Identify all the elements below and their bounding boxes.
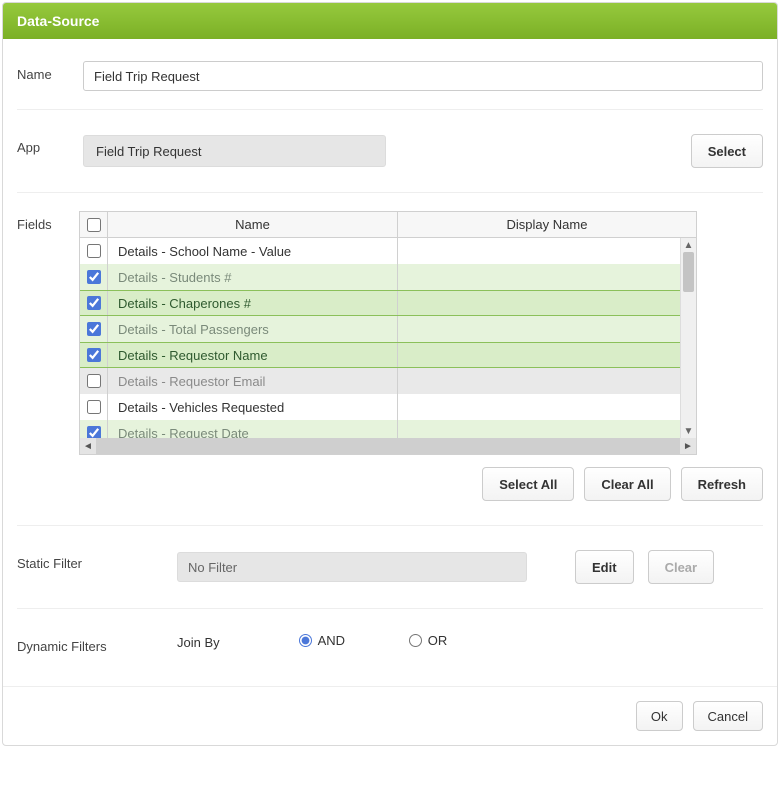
table-row[interactable]: Details - Requestor Email bbox=[80, 368, 680, 394]
app-label: App bbox=[17, 134, 83, 155]
fields-table: Name Display Name Details - School Name … bbox=[79, 211, 697, 455]
join-and-radio[interactable] bbox=[299, 634, 312, 647]
clear-filter-button[interactable]: Clear bbox=[648, 550, 715, 584]
clear-all-button[interactable]: Clear All bbox=[584, 467, 670, 501]
fields-body: Details - School Name - ValueDetails - S… bbox=[80, 238, 680, 438]
join-or-radio[interactable] bbox=[409, 634, 422, 647]
row-name: Details - Requestor Name bbox=[108, 343, 398, 367]
table-row[interactable]: Details - Total Passengers bbox=[80, 316, 680, 342]
row-display-name[interactable] bbox=[398, 291, 680, 315]
divider bbox=[17, 109, 763, 110]
row-checkbox[interactable] bbox=[87, 400, 101, 414]
edit-filter-button[interactable]: Edit bbox=[575, 550, 634, 584]
divider bbox=[17, 608, 763, 609]
row-name: Details - Chaperones # bbox=[108, 291, 398, 315]
static-filter-value: No Filter bbox=[177, 552, 527, 582]
table-row[interactable]: Details - Request Date bbox=[80, 420, 680, 438]
row-checkbox[interactable] bbox=[87, 426, 101, 438]
data-source-panel: Data-Source Name App Field Trip Request … bbox=[2, 2, 778, 746]
join-and-label: AND bbox=[318, 633, 345, 648]
select-all-checkbox[interactable] bbox=[87, 218, 101, 232]
row-display-name[interactable] bbox=[398, 316, 680, 342]
row-name: Details - Students # bbox=[108, 264, 398, 290]
row-display-name[interactable] bbox=[398, 343, 680, 367]
table-row[interactable]: Details - Vehicles Requested bbox=[80, 394, 680, 420]
row-display-name[interactable] bbox=[398, 238, 680, 264]
scroll-right-icon[interactable]: ► bbox=[680, 438, 696, 454]
name-row: Name bbox=[17, 53, 763, 99]
join-or-label: OR bbox=[428, 633, 448, 648]
divider bbox=[17, 192, 763, 193]
vertical-scrollbar[interactable]: ▲ ▼ bbox=[680, 238, 696, 438]
row-name: Details - School Name - Value bbox=[108, 238, 398, 264]
dialog-footer: Ok Cancel bbox=[3, 686, 777, 745]
app-value: Field Trip Request bbox=[83, 135, 386, 167]
row-name: Details - Total Passengers bbox=[108, 316, 398, 342]
refresh-button[interactable]: Refresh bbox=[681, 467, 763, 501]
table-row[interactable]: Details - Chaperones # bbox=[80, 290, 680, 316]
row-checkbox[interactable] bbox=[87, 244, 101, 258]
fields-header: Name Display Name bbox=[80, 212, 696, 238]
join-by-label: Join By bbox=[177, 635, 295, 650]
hscroll-track[interactable] bbox=[96, 438, 680, 454]
scroll-left-icon[interactable]: ◄ bbox=[80, 438, 96, 454]
scroll-thumb[interactable] bbox=[683, 252, 694, 292]
cancel-button[interactable]: Cancel bbox=[693, 701, 763, 731]
row-name: Details - Requestor Email bbox=[108, 368, 398, 394]
dynamic-filters-label: Dynamic Filters bbox=[17, 633, 177, 654]
name-label: Name bbox=[17, 61, 83, 82]
select-all-button[interactable]: Select All bbox=[482, 467, 574, 501]
column-name-header[interactable]: Name bbox=[108, 212, 398, 237]
divider bbox=[17, 525, 763, 526]
table-row[interactable]: Details - School Name - Value bbox=[80, 238, 680, 264]
row-checkbox[interactable] bbox=[87, 270, 101, 284]
static-filter-row: Static Filter No Filter Edit Clear bbox=[17, 536, 763, 598]
row-name: Details - Request Date bbox=[108, 420, 398, 438]
dynamic-filters-row: Dynamic Filters Join By AND OR bbox=[17, 619, 763, 676]
row-checkbox[interactable] bbox=[87, 296, 101, 310]
table-row[interactable]: Details - Requestor Name bbox=[80, 342, 680, 368]
row-checkbox[interactable] bbox=[87, 374, 101, 388]
row-checkbox[interactable] bbox=[87, 348, 101, 362]
fields-row: Fields Name Display Name Details - Schoo… bbox=[17, 203, 763, 515]
panel-title: Data-Source bbox=[3, 3, 777, 39]
scroll-up-icon[interactable]: ▲ bbox=[681, 238, 696, 252]
scroll-down-icon[interactable]: ▼ bbox=[681, 424, 696, 438]
fields-buttons: Select All Clear All Refresh bbox=[79, 467, 763, 501]
fields-label: Fields bbox=[17, 211, 79, 232]
row-display-name[interactable] bbox=[398, 264, 680, 290]
row-display-name[interactable] bbox=[398, 368, 680, 394]
row-checkbox[interactable] bbox=[87, 322, 101, 336]
column-display-header[interactable]: Display Name bbox=[398, 212, 696, 237]
select-app-button[interactable]: Select bbox=[691, 134, 763, 168]
horizontal-scrollbar[interactable]: ◄ ► bbox=[80, 438, 696, 454]
row-name: Details - Vehicles Requested bbox=[108, 394, 398, 420]
ok-button[interactable]: Ok bbox=[636, 701, 683, 731]
static-filter-label: Static Filter bbox=[17, 550, 177, 571]
row-display-name[interactable] bbox=[398, 420, 680, 438]
row-display-name[interactable] bbox=[398, 394, 680, 420]
name-input[interactable] bbox=[83, 61, 763, 91]
app-row: App Field Trip Request Select bbox=[17, 120, 763, 182]
table-row[interactable]: Details - Students # bbox=[80, 264, 680, 290]
